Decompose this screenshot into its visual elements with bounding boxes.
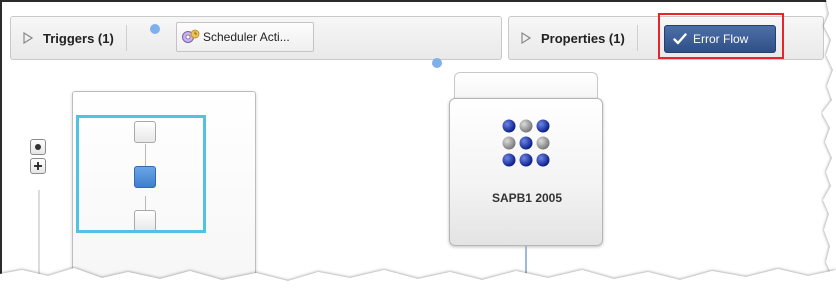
sap-adapter-icon <box>502 119 550 167</box>
zoom-reset-button[interactable] <box>30 139 46 155</box>
scheduler-icon <box>182 29 200 43</box>
connection-dot[interactable] <box>150 24 160 34</box>
plus-icon <box>34 162 42 170</box>
dot-icon <box>35 144 41 150</box>
error-flow-label: Error Flow <box>693 32 749 46</box>
properties-panel-header[interactable]: Properties (1) Error Flow <box>508 16 824 60</box>
chevron-right-icon[interactable] <box>17 27 39 49</box>
canvas: Triggers (1) Scheduler Acti... Propertie… <box>0 0 836 299</box>
divider <box>125 25 127 51</box>
sapb1-node-card[interactable]: SAPB1 2005 <box>449 98 603 246</box>
node-connector-line <box>525 246 527 299</box>
scheduler-action-label: Scheduler Acti... <box>203 30 290 44</box>
minimap[interactable] <box>72 91 256 291</box>
scheduler-action-chip[interactable]: Scheduler Acti... <box>176 22 314 52</box>
resize-grip-icon[interactable] <box>240 275 252 287</box>
checkmark-icon <box>673 33 687 45</box>
zoom-slider-track[interactable] <box>38 190 40 290</box>
divider <box>636 25 638 51</box>
properties-title: Properties (1) <box>541 30 625 46</box>
minimap-viewport[interactable] <box>76 115 206 233</box>
frame-left-border <box>0 0 2 299</box>
chevron-right-icon[interactable] <box>515 27 537 49</box>
triggers-panel-header[interactable]: Triggers (1) Scheduler Acti... <box>10 16 502 60</box>
node-label: SAPB1 2005 <box>491 191 563 205</box>
triggers-title: Triggers (1) <box>43 30 114 46</box>
connection-dot[interactable] <box>432 58 442 68</box>
error-flow-button[interactable]: Error Flow <box>664 25 776 53</box>
zoom-in-button[interactable] <box>30 158 46 174</box>
frame-top-border <box>0 0 836 2</box>
